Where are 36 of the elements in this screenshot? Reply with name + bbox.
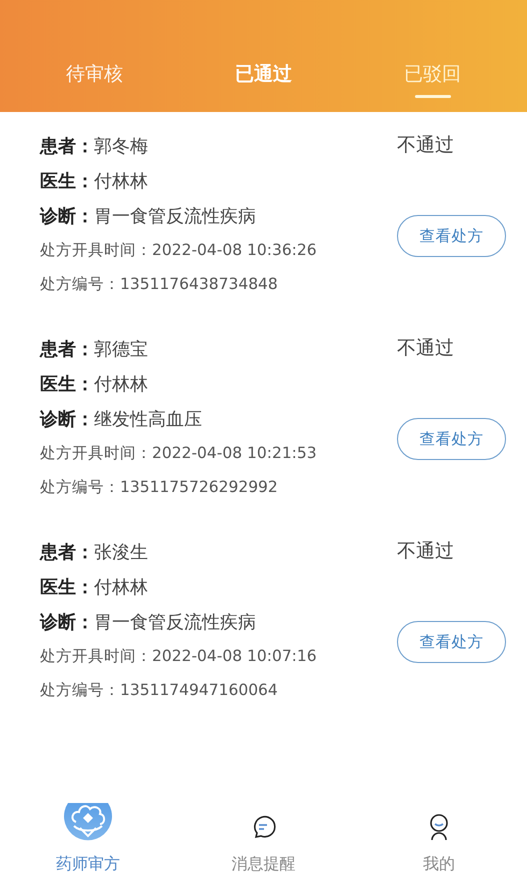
patient-name: 郭德宝 (94, 338, 148, 360)
prescription-number: 处方编号：1351176438734848 (40, 274, 278, 294)
prescription-number: 处方编号：1351174947160064 (40, 680, 278, 700)
patient-name: 郭冬梅 (94, 134, 148, 158)
field-label: 诊断： (40, 610, 94, 634)
nav-label[interactable]: 我的 (423, 854, 456, 875)
status-text: 不通过 (397, 539, 454, 564)
diagnosis-text: 胃一食管反流性疾病 (94, 610, 256, 634)
doctor-name: 付林林 (94, 576, 148, 598)
patient-name: 张浚生 (94, 540, 148, 564)
doctor-name: 付林林 (94, 170, 148, 192)
view-prescription-button[interactable]: 查看处方 (397, 215, 506, 257)
status-text: 不通过 (397, 133, 454, 158)
diagnosis-text: 继发性高血压 (94, 408, 202, 430)
prescription-time: 处方开具时间：2022-04-08 10:36:26 (40, 240, 317, 260)
prescription-time: 处方开具时间：2022-04-08 10:21:53 (40, 442, 317, 464)
diagnosis-text: 胃一食管反流性疾病 (94, 204, 256, 228)
tab[interactable]: 待审核 (66, 61, 123, 87)
field-label: 医生： (40, 576, 94, 598)
field-label: 诊断： (40, 408, 94, 430)
view-prescription-button[interactable]: 查看处方 (397, 621, 506, 663)
field-label: 患者： (40, 540, 94, 564)
field-label: 医生： (40, 372, 94, 396)
prescription-time: 处方开具时间：2022-04-08 10:07:16 (40, 646, 317, 666)
nav-label[interactable]: 药师审方 (56, 854, 120, 875)
tab[interactable]: 已驳回 (404, 61, 461, 87)
tab[interactable]: 已通过 (235, 61, 292, 87)
field-label: 患者： (40, 134, 94, 158)
prescription-number: 处方编号：1351175726292992 (40, 476, 278, 498)
view-prescription-button[interactable]: 查看处方 (397, 418, 506, 460)
field-label: 医生： (40, 170, 94, 192)
field-label: 诊断： (40, 204, 94, 228)
doctor-name: 付林林 (94, 372, 148, 396)
nav-label[interactable]: 消息提醒 (231, 854, 296, 875)
status-text: 不通过 (397, 336, 454, 361)
field-label: 患者： (40, 338, 94, 360)
